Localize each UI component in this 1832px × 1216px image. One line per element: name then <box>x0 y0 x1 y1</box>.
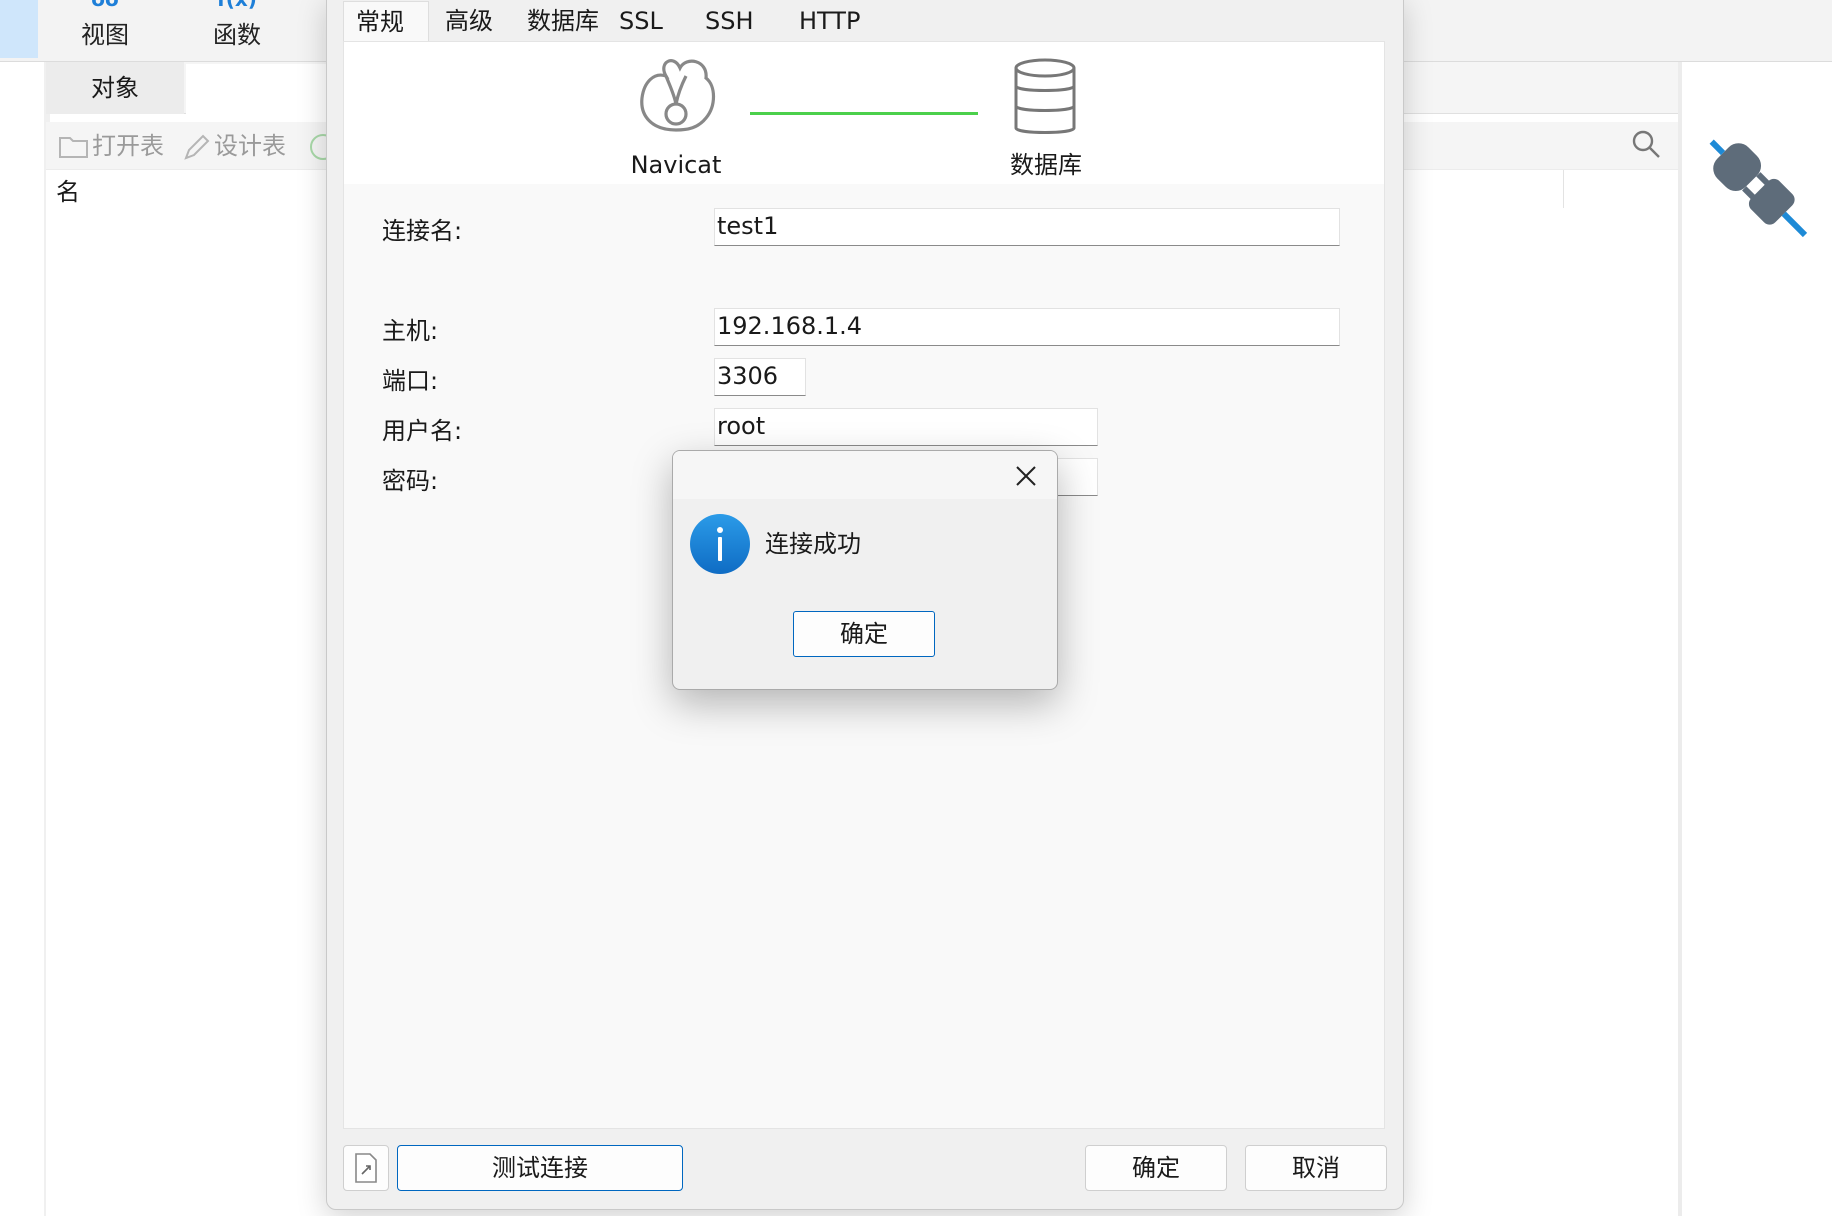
username-input[interactable]: root <box>714 408 1098 446</box>
tab-general[interactable]: 常规 <box>343 1 429 45</box>
tab-ssh[interactable]: SSH <box>693 1 785 45</box>
connection-status-line <box>750 112 978 115</box>
open-table-button[interactable]: 打开表 <box>58 128 164 164</box>
tab-database[interactable]: 数据库 <box>515 1 607 45</box>
right-divider <box>1678 62 1682 1216</box>
connection-url-button[interactable] <box>343 1145 389 1191</box>
host-label: 主机: <box>382 317 439 345</box>
function-icon: f(x) <box>182 0 292 9</box>
folder-open-icon <box>59 137 88 158</box>
toolbar-selected-strip <box>0 0 38 58</box>
connection-name-label: 连接名: <box>382 217 463 245</box>
tab-ssl[interactable]: SSL <box>607 1 689 45</box>
column-header-name[interactable]: 名 <box>56 176 80 208</box>
navicat-logo-icon <box>640 59 716 132</box>
ok-button[interactable]: 确定 <box>1085 1145 1227 1191</box>
document-link-icon <box>355 1153 377 1183</box>
database-icon <box>1014 58 1076 134</box>
success-message-box: 连接成功 确定 <box>672 450 1058 690</box>
pencil-icon <box>184 134 210 160</box>
toolbar-view-button[interactable]: oo 视图 <box>50 0 160 58</box>
cancel-button[interactable]: 取消 <box>1245 1145 1387 1191</box>
design-table-label: 设计表 <box>214 132 286 160</box>
plug-icon <box>1709 139 1808 238</box>
host-input[interactable]: 192.168.1.4 <box>714 308 1340 346</box>
username-label: 用户名: <box>382 417 463 445</box>
view-icon: oo <box>50 0 160 9</box>
message-box-titlebar <box>673 451 1057 499</box>
toolbar-view-label: 视图 <box>81 21 129 49</box>
open-table-label: 打开表 <box>92 132 164 160</box>
password-label: 密码: <box>382 467 439 495</box>
navicat-label: Navicat <box>630 151 722 179</box>
design-table-button[interactable]: 设计表 <box>182 128 286 164</box>
message-text: 连接成功 <box>765 530 861 558</box>
test-connection-button[interactable]: 测试连接 <box>397 1145 683 1191</box>
tab-http[interactable]: HTTP <box>787 1 887 45</box>
connection-diagram: Navicat 数据库 <box>344 42 1384 184</box>
message-ok-button[interactable]: 确定 <box>793 611 935 657</box>
info-icon <box>690 514 750 574</box>
connection-name-input[interactable]: test1 <box>714 208 1340 246</box>
close-icon[interactable] <box>1011 461 1041 491</box>
tab-advanced[interactable]: 高级 <box>433 1 513 45</box>
tab-objects[interactable]: 对象 <box>46 62 184 114</box>
port-input[interactable]: 3306 <box>714 358 806 396</box>
column-separator <box>1563 170 1564 208</box>
port-label: 端口: <box>382 367 439 395</box>
database-label: 数据库 <box>1010 151 1082 179</box>
search-icon[interactable] <box>1630 128 1662 160</box>
toolbar-function-button[interactable]: f(x) 函数 <box>182 0 292 58</box>
toolbar-function-label: 函数 <box>213 21 261 49</box>
